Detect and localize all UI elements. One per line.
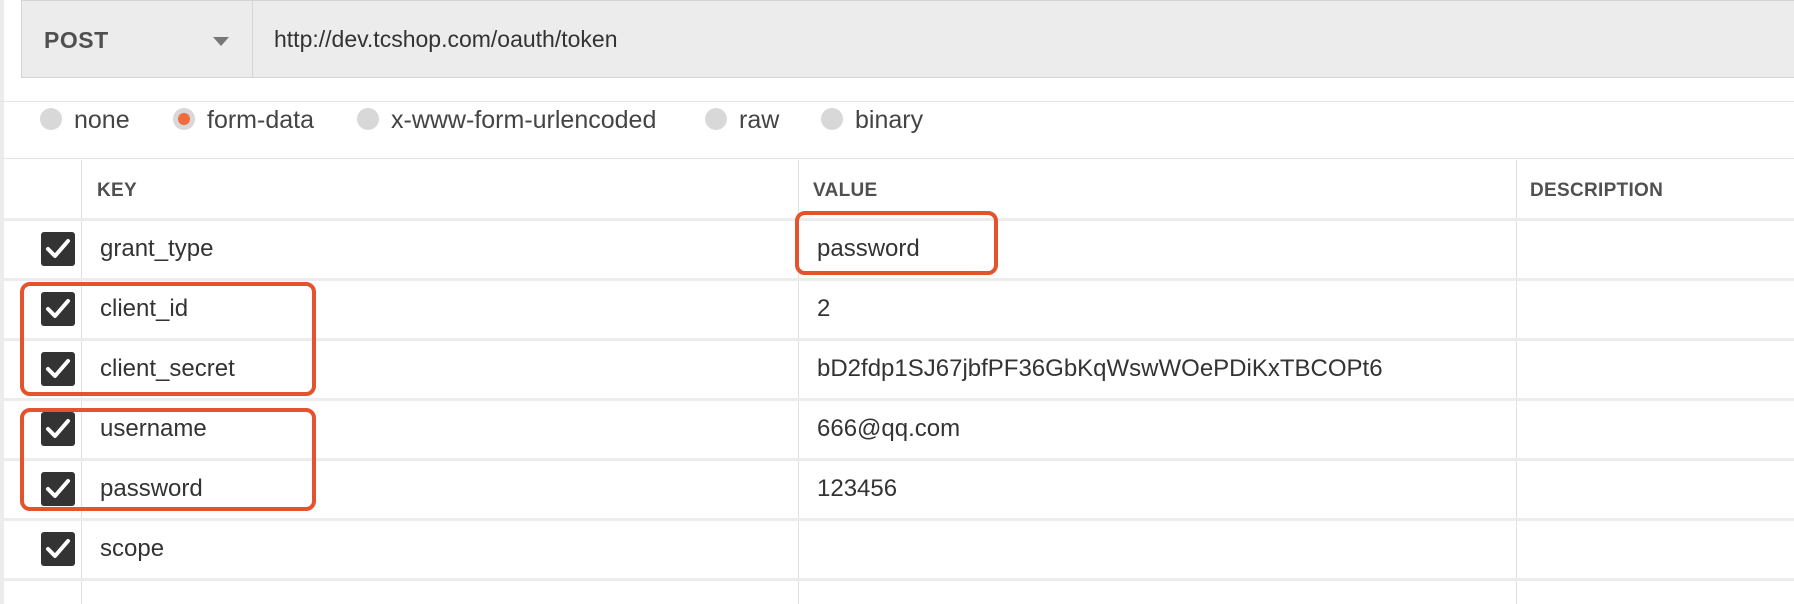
radio-button-icon [705, 108, 727, 130]
url-input[interactable] [253, 1, 1794, 77]
row-key[interactable]: grant_type [100, 235, 213, 263]
chevron-down-icon [213, 37, 229, 46]
radio-button-icon [821, 108, 843, 130]
row-checkbox[interactable] [41, 532, 75, 566]
radio-label: binary [855, 106, 924, 134]
row-value[interactable]: 123456 [817, 475, 897, 503]
divider [0, 158, 1794, 159]
row-description[interactable] [1530, 349, 1780, 389]
row-description[interactable] [1530, 469, 1780, 509]
row-description[interactable] [1530, 409, 1780, 449]
radio-button-icon [40, 108, 62, 130]
method-select[interactable]: POST [22, 1, 253, 77]
table-row-partial [0, 581, 1794, 604]
divider [0, 101, 1794, 102]
header-value: VALUE [813, 180, 878, 201]
row-description[interactable] [1530, 529, 1780, 569]
radio-button-icon [357, 108, 379, 130]
method-label: POST [44, 27, 109, 53]
highlight-box-grant-value [795, 211, 998, 275]
request-bar: POST [21, 0, 1794, 78]
header-description: DESCRIPTION [1530, 180, 1664, 201]
highlight-box-user-credentials [20, 408, 316, 511]
row-value[interactable]: bD2fdp1SJ67jbfPF36GbKqWswWOePDiKxTBCOPt6 [817, 355, 1383, 383]
row-value[interactable]: 666@qq.com [817, 415, 960, 443]
table-row: scope [0, 521, 1794, 578]
row-description[interactable] [1530, 289, 1780, 329]
checkmark-icon [46, 539, 70, 558]
row-key[interactable]: scope [100, 535, 164, 563]
checkmark-icon [46, 239, 70, 258]
row-description[interactable] [1530, 229, 1780, 269]
row-value[interactable]: 2 [817, 295, 830, 323]
header-key: KEY [97, 180, 137, 201]
radio-label: none [74, 106, 130, 134]
radio-label: form-data [207, 106, 314, 134]
row-checkbox[interactable] [41, 232, 75, 266]
highlight-box-client-credentials [20, 282, 316, 396]
radio-label: raw [739, 106, 780, 134]
radio-button-selected-icon [173, 108, 195, 130]
radio-label: x-www-form-urlencoded [391, 106, 657, 134]
